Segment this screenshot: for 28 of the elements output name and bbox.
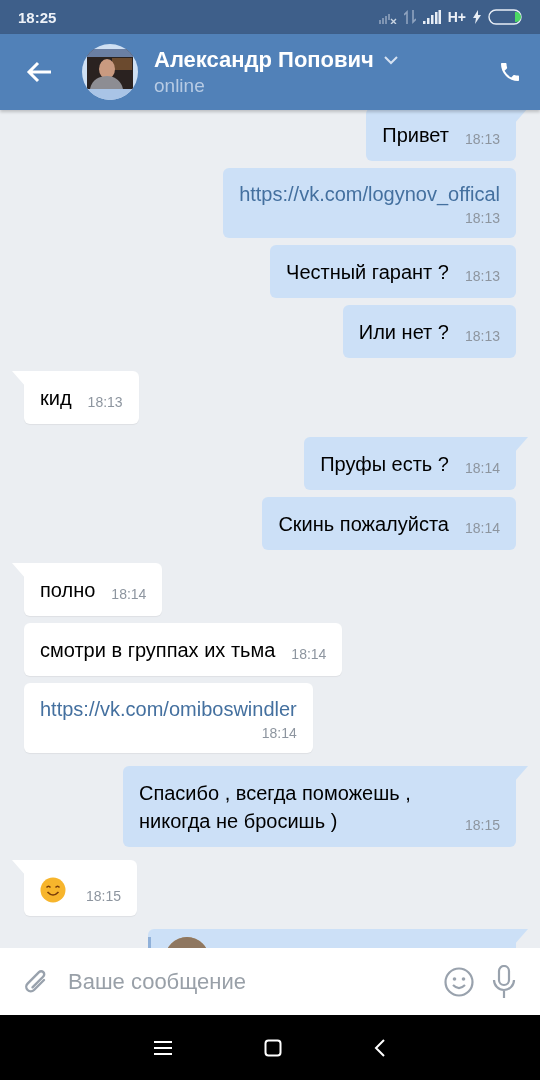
network-type: H+ (447, 9, 466, 25)
message-link[interactable]: https://vk.com/logynov_offical (239, 180, 500, 208)
message-time: 18:14 (464, 459, 500, 478)
message-time: 18:14 (291, 645, 327, 664)
message-time: 18:15 (86, 887, 122, 906)
message-time: 18:13 (87, 393, 123, 412)
message-text: Пруфы есть ? (320, 452, 449, 477)
message-text: полно (40, 578, 96, 603)
message-time: 18:14 (464, 519, 500, 538)
message-link[interactable]: https://vk.com/omiboswindler (40, 695, 297, 723)
message-time: 18:13 (464, 267, 500, 286)
message-time: 18:13 (464, 130, 500, 149)
message-text: Привет (382, 123, 449, 148)
message-text: смотри в группах их тьма (40, 638, 276, 663)
message-text: Скинь пожалуйста (278, 512, 449, 537)
message-time: 18:13 (464, 209, 500, 228)
message-text: Честный гарант ? (286, 260, 449, 285)
status-time: 18:25 (18, 8, 57, 26)
message-field[interactable]: Ваше сообщение (68, 968, 426, 995)
message-time: 18:13 (464, 327, 500, 346)
message-time: 18:15 (464, 816, 500, 835)
message-text: Спасибо , всегда поможешь , никогда не бросишь ) (138, 781, 412, 834)
contact-status: online (154, 75, 206, 97)
message-text: кид (40, 386, 72, 411)
message-text: Или нет ? (358, 320, 449, 345)
message-time: 18:14 (261, 724, 297, 743)
message-time: 18:14 (111, 585, 147, 604)
contact-name[interactable]: Александр Попович (154, 47, 374, 73)
